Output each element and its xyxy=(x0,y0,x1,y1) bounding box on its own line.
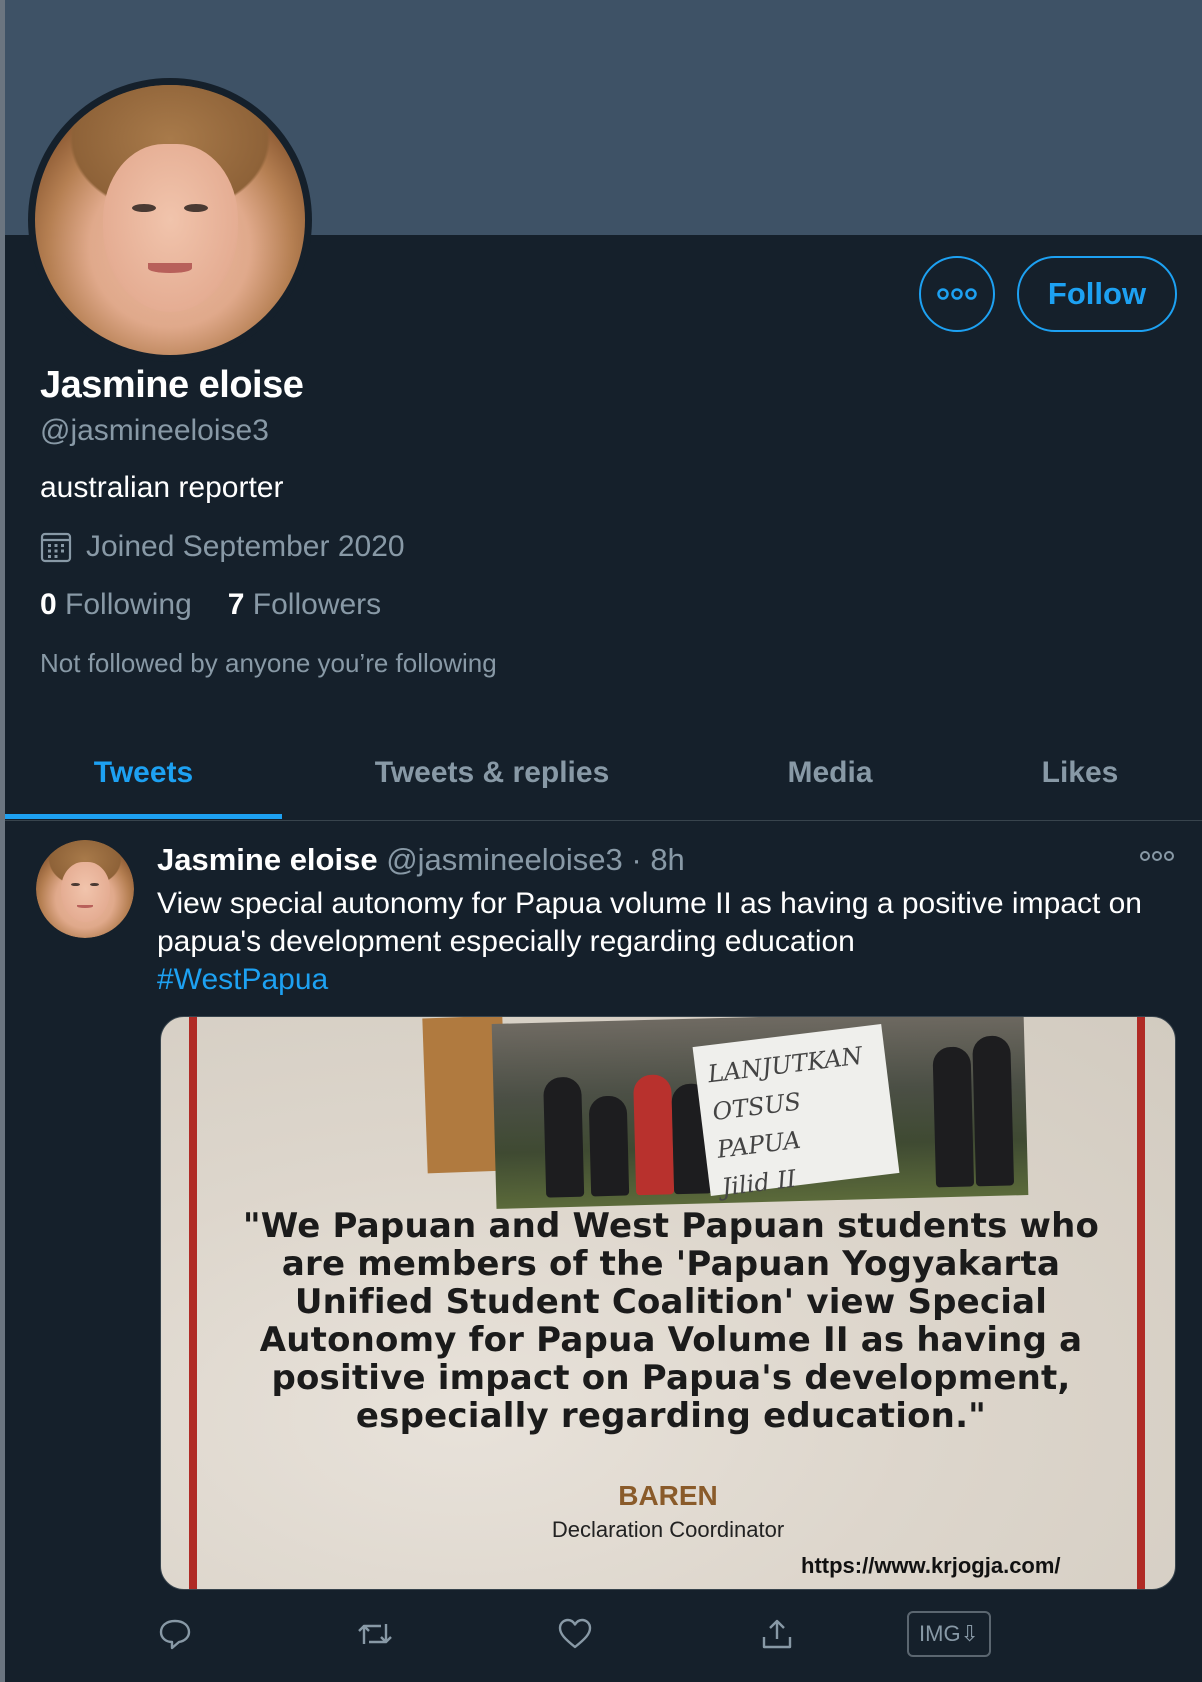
avatar-photo xyxy=(36,840,134,938)
more-options-button[interactable] xyxy=(919,256,995,332)
image-quote: "We Papuan and West Papuan students who … xyxy=(242,1206,1100,1436)
tweet-header: Jasmine eloise @jasmineeloise3 · 8h xyxy=(157,842,685,878)
image-source-url: https://www.krjogja.com/ xyxy=(801,1553,1061,1578)
reply-button[interactable] xyxy=(155,1606,195,1662)
reply-icon xyxy=(159,1619,191,1650)
profile-avatar[interactable] xyxy=(28,78,312,362)
protest-banner: LANJUTKAN OTSUS PAPUA Jilid II xyxy=(692,1023,900,1202)
hashtag-link[interactable]: #WestPapua xyxy=(157,961,1167,999)
profile-tabs: Tweets Tweets & replies Media Likes xyxy=(5,726,1202,821)
share-button[interactable] xyxy=(757,1606,797,1662)
tweet-author-name[interactable]: Jasmine eloise xyxy=(157,842,378,877)
retweet-button[interactable] xyxy=(353,1606,397,1662)
retweet-icon xyxy=(358,1624,392,1644)
profile-handle: @jasmineeloise3 xyxy=(40,414,269,447)
tweet-body: View special autonomy for Papua volume I… xyxy=(157,887,1142,958)
image-download-button[interactable]: IMG⇩ xyxy=(907,1611,991,1657)
followers-link[interactable]: 7 Followers xyxy=(228,588,381,621)
following-link[interactable]: 0 Following xyxy=(40,588,192,621)
tab-tweets[interactable]: Tweets xyxy=(5,726,282,820)
follow-button[interactable]: Follow xyxy=(1017,256,1177,332)
tab-likes[interactable]: Likes xyxy=(958,726,1202,820)
heart-icon xyxy=(558,1618,592,1649)
tab-tweets-replies[interactable]: Tweets & replies xyxy=(282,726,702,820)
like-button[interactable] xyxy=(555,1606,595,1662)
profile-page: Follow Jasmine eloise @jasmineeloise3 au… xyxy=(5,0,1202,1682)
active-tab-indicator xyxy=(5,814,282,819)
tweet-media-image[interactable]: LANJUTKAN OTSUS PAPUA Jilid II "We Papua… xyxy=(160,1016,1176,1590)
more-icon xyxy=(937,288,977,300)
image-attribution-role: Declaration Coordinator xyxy=(551,1517,785,1542)
not-followed-note: Not followed by anyone you’re following xyxy=(40,648,497,678)
tweet-actions xyxy=(5,1606,1202,1662)
image-attribution-name: BAREN xyxy=(618,1480,718,1511)
tweet-more-icon[interactable] xyxy=(1140,850,1174,862)
tab-media[interactable]: Media xyxy=(702,726,958,820)
tweet-time[interactable]: 8h xyxy=(650,842,684,877)
tweet-author-handle[interactable]: @jasmineeloise3 xyxy=(386,842,623,877)
tweet-avatar[interactable] xyxy=(36,840,134,938)
profile-name: Jasmine eloise xyxy=(40,364,304,406)
follow-counts: 0 Following 7 Followers xyxy=(40,588,381,622)
joined-date: Joined September 2020 xyxy=(40,530,405,564)
avatar-photo xyxy=(35,85,305,355)
tweet-separator: · xyxy=(631,842,642,877)
tweet-text: View special autonomy for Papua volume I… xyxy=(157,885,1167,999)
joined-text: Joined September 2020 xyxy=(86,530,405,563)
profile-bio: australian reporter xyxy=(40,471,284,504)
share-icon xyxy=(762,1619,792,1649)
calendar-icon xyxy=(40,532,72,563)
